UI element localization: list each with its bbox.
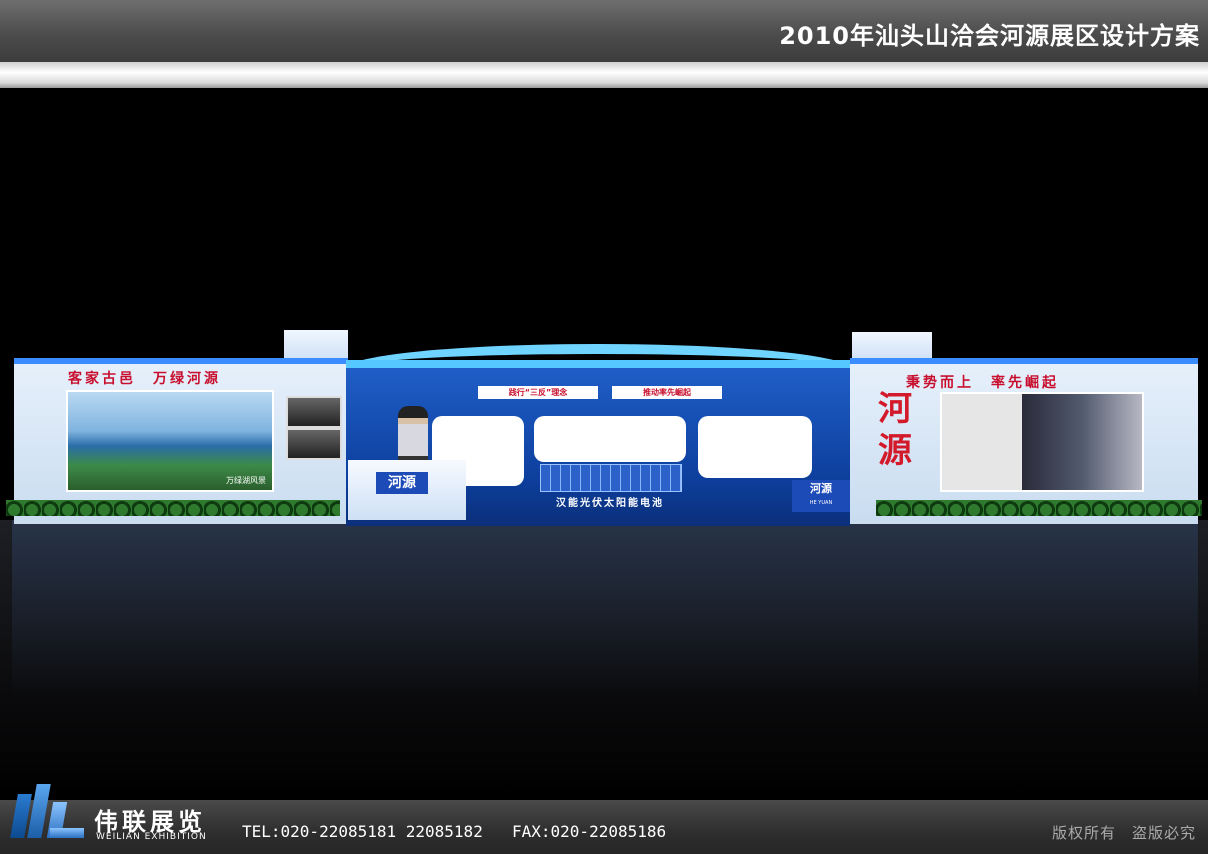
counter-right-title: 河源 xyxy=(810,482,832,495)
page-title: 2010年汕头山洽会河源展区设计方案 xyxy=(779,22,1200,50)
solar-label: 汉能光伏太阳能电池 xyxy=(556,498,664,509)
big-title: 河源 xyxy=(878,389,912,471)
counter-right-sub: HE YUAN xyxy=(809,500,833,506)
lake-caption: 万绿湖风景 xyxy=(226,476,266,485)
small-photo-top xyxy=(286,396,342,428)
right-tower xyxy=(852,332,932,360)
counter-right-label: 河源 HE YUAN xyxy=(792,480,850,512)
telephone: TEL:020-22085181 22085182 xyxy=(242,822,483,841)
lake-photo: 万绿湖风景 xyxy=(66,390,274,492)
fax: FAX:020-22085186 xyxy=(512,822,667,841)
banner-right: 推动率先崛起 xyxy=(612,386,722,399)
brand-name-en: WEILIAN EXHIBITION xyxy=(96,832,207,842)
right-slogan: 秉势而上 率先崛起 xyxy=(906,375,1059,391)
booth-render: 客家古邑 万绿河源 秉势而上 率先崛起 河源 万绿湖风景 践行“三反”理念 推动… xyxy=(0,88,1208,800)
solar-panel xyxy=(540,464,682,492)
counter-left-label: 河源 xyxy=(376,472,428,494)
people-photo xyxy=(940,392,1144,492)
info-panel-right xyxy=(698,416,812,478)
left-tower xyxy=(284,330,348,360)
plants-right xyxy=(876,500,1202,516)
floor-reflection xyxy=(12,520,1198,700)
weilian-logo xyxy=(10,784,88,846)
small-photo-bottom xyxy=(286,428,342,460)
footer-bar: 伟联展览 WEILIAN EXHIBITION TEL:020-22085181… xyxy=(0,784,1208,854)
left-slogan: 客家古邑 万绿河源 xyxy=(68,371,221,387)
info-panel-center xyxy=(534,416,686,462)
banner-left: 践行“三反”理念 xyxy=(478,386,598,399)
plants-left xyxy=(6,500,340,516)
header-bar: 2010年汕头山洽会河源展区设计方案 xyxy=(0,0,1208,62)
copyright-notice: 版权所有 盗版必究 xyxy=(1051,824,1196,842)
header-strip xyxy=(0,62,1208,88)
